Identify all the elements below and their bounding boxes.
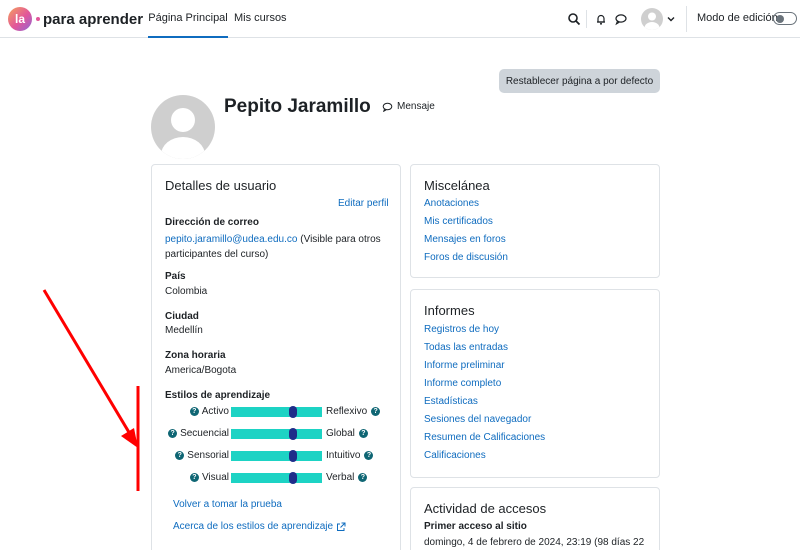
annotation-arrowhead (121, 428, 138, 448)
annotation-arrows (42, 289, 140, 491)
annotation-arrow-diagonal (42, 289, 132, 435)
